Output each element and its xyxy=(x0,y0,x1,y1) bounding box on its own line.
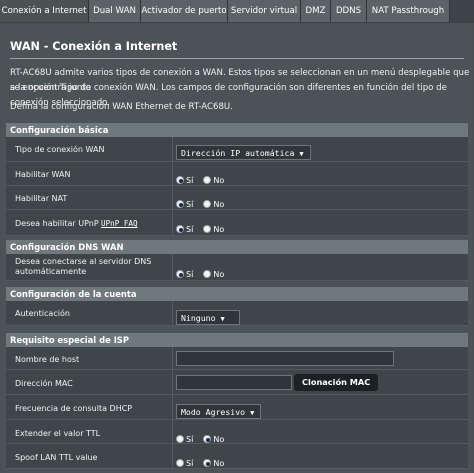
row-upnp: Desea habilitar UPnP UPnP FAQ Sí No xyxy=(6,210,468,236)
section-header-isp: Requisito especial de ISP xyxy=(6,333,468,347)
radio-label: Sí xyxy=(186,175,194,185)
extend-ttl-yes-radio[interactable]: Sí xyxy=(176,435,193,444)
tab-port-trigger[interactable]: Activador de puerto xyxy=(141,0,228,22)
radio-checked-icon xyxy=(176,270,184,278)
upnp-label: Desea habilitar UPnP xyxy=(15,219,99,228)
radio-checked-icon xyxy=(203,435,212,443)
row-enable-wan: Habilitar WAN Sí No xyxy=(6,162,468,186)
enable-wan-yes-radio[interactable]: Sí xyxy=(176,176,193,185)
section-header-dns: Configuración DNS WAN xyxy=(6,240,468,254)
enable-wan-no-radio[interactable]: No xyxy=(203,176,224,185)
tab-dual-wan[interactable]: Dual WAN xyxy=(89,0,141,22)
row-divider xyxy=(172,370,173,394)
wan-type-value: Dirección IP automática xyxy=(181,148,295,158)
spoof-ttl-no-radio[interactable]: No xyxy=(203,459,224,468)
radio-unchecked-icon xyxy=(176,435,184,443)
row-divider xyxy=(172,254,173,280)
auth-select[interactable]: Ninguno ▼ xyxy=(176,310,240,325)
chevron-down-icon: ▼ xyxy=(220,315,225,323)
radio-label: Sí xyxy=(186,458,194,468)
hostname-input[interactable] xyxy=(176,351,394,366)
dhcp-frequency-value: Modo Agresivo xyxy=(181,407,246,417)
auto-dns-yes-radio[interactable]: Sí xyxy=(176,270,193,279)
title-divider xyxy=(10,58,464,59)
section-header-basic: Configuración básica xyxy=(6,123,468,137)
row-spoof-ttl: Spoof LAN TTL value Sí No xyxy=(6,444,468,469)
page-title: WAN - Conexión a Internet xyxy=(10,40,178,53)
extend-ttl-no-radio[interactable]: No xyxy=(203,435,224,444)
enable-nat-label: Habilitar NAT xyxy=(15,194,68,203)
spoof-ttl-yes-radio[interactable]: Sí xyxy=(176,459,193,468)
tab-nat-passthrough[interactable]: NAT Passthrough xyxy=(367,0,450,22)
radio-label: No xyxy=(213,458,225,468)
wan-type-label: Tipo de conexión WAN xyxy=(15,145,105,154)
tab-internet-connection[interactable]: Conexión a Internet xyxy=(0,0,89,22)
wan-settings-page: Conexión a Internet Dual WAN Activador d… xyxy=(0,0,474,473)
row-divider xyxy=(172,210,173,235)
description-line-3: Defina la configuración WAN Ethernet de … xyxy=(10,102,233,112)
auto-dns-no-radio[interactable]: No xyxy=(203,270,224,279)
row-extend-ttl: Extender el valor TTL Sí No xyxy=(6,420,468,444)
radio-checked-icon xyxy=(176,225,184,233)
radio-label: No xyxy=(213,224,225,234)
row-divider xyxy=(172,137,173,161)
chevron-down-icon: ▼ xyxy=(250,409,255,417)
row-dhcp-frequency: Frecuencia de consulta DHCP Modo Agresiv… xyxy=(6,395,468,420)
radio-label: Sí xyxy=(186,224,194,234)
radio-checked-icon xyxy=(176,200,184,208)
chevron-down-icon: ▼ xyxy=(299,150,304,158)
radio-label: No xyxy=(213,199,225,209)
section-header-account: Configuración de la cuenta xyxy=(6,287,468,301)
clone-mac-button[interactable]: Clonación MAC xyxy=(294,374,379,391)
upnp-no-radio[interactable]: No xyxy=(203,225,224,234)
enable-wan-label: Habilitar WAN xyxy=(15,170,71,179)
row-hostname: Nombre de host xyxy=(6,347,468,370)
spoof-ttl-label: Spoof LAN TTL value xyxy=(15,453,98,462)
mac-address-label: Dirección MAC xyxy=(15,379,73,388)
upnp-yes-radio[interactable]: Sí xyxy=(176,225,193,234)
row-divider xyxy=(172,444,173,468)
radio-unchecked-icon xyxy=(203,270,212,278)
tab-bar: Conexión a Internet Dual WAN Activador d… xyxy=(0,0,474,23)
radio-unchecked-icon xyxy=(203,225,212,233)
row-wan-type: Tipo de conexión WAN Dirección IP automá… xyxy=(6,137,468,162)
enable-nat-yes-radio[interactable]: Sí xyxy=(176,200,193,209)
auth-label: Autenticación xyxy=(15,309,70,318)
row-divider xyxy=(172,301,173,325)
radio-unchecked-icon xyxy=(176,459,184,467)
wan-type-select[interactable]: Dirección IP automática ▼ xyxy=(176,145,311,160)
row-divider xyxy=(172,420,173,443)
row-divider xyxy=(172,162,173,185)
radio-unchecked-icon xyxy=(203,176,212,184)
dhcp-frequency-label: Frecuencia de consulta DHCP xyxy=(15,404,133,413)
row-divider xyxy=(172,186,173,209)
enable-nat-no-radio[interactable]: No xyxy=(203,200,224,209)
radio-label: Sí xyxy=(186,269,194,279)
radio-checked-icon xyxy=(203,459,212,467)
tab-virtual-server[interactable]: Servidor virtual xyxy=(228,0,301,22)
dhcp-frequency-select[interactable]: Modo Agresivo ▼ xyxy=(176,404,262,419)
row-divider xyxy=(172,395,173,419)
row-auto-dns: Desea conectarse al servidor DNS automát… xyxy=(6,254,468,281)
row-divider xyxy=(172,347,173,369)
radio-label: No xyxy=(213,175,225,185)
row-mac-address: Dirección MAC Clonación MAC xyxy=(6,370,468,395)
auth-value: Ninguno xyxy=(181,313,216,323)
radio-label: No xyxy=(213,434,225,444)
radio-checked-icon xyxy=(176,176,184,184)
mac-address-input[interactable] xyxy=(176,375,292,390)
tab-dmz[interactable]: DMZ xyxy=(301,0,331,22)
radio-label: No xyxy=(213,269,225,279)
radio-label: Sí xyxy=(186,434,194,444)
radio-label: Sí xyxy=(186,199,194,209)
row-authentication: Autenticación Ninguno ▼ xyxy=(6,301,468,326)
radio-unchecked-icon xyxy=(203,200,212,208)
upnp-faq-link[interactable]: UPnP FAQ xyxy=(101,219,138,228)
hostname-label: Nombre de host xyxy=(15,355,80,364)
tab-ddns[interactable]: DDNS xyxy=(331,0,367,22)
content-panel: WAN - Conexión a Internet RT-AC68U admit… xyxy=(2,24,472,473)
auto-dns-label: Desea conectarse al servidor DNS automát… xyxy=(15,257,152,276)
extend-ttl-label: Extender el valor TTL xyxy=(15,429,101,438)
row-enable-nat: Habilitar NAT Sí No xyxy=(6,186,468,210)
